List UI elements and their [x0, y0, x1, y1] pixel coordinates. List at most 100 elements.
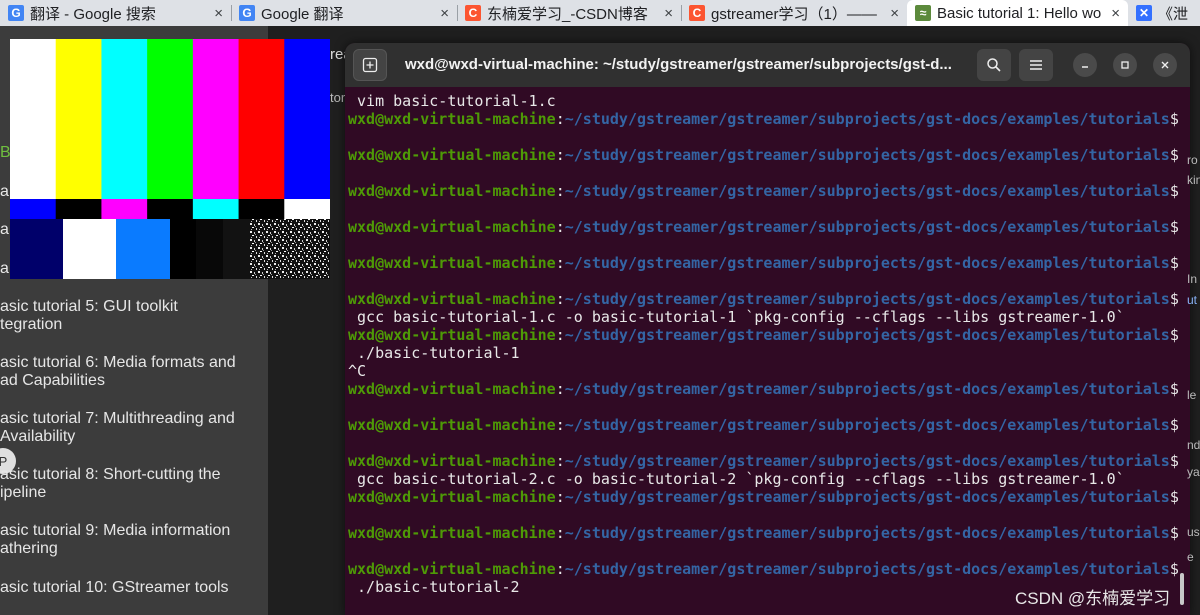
page-text-fragment: nd [1187, 438, 1200, 452]
browser-tab[interactable]: Cgstreamer学习（1）—— × [681, 0, 907, 26]
color-bar [196, 219, 224, 279]
browser-tab[interactable]: G 翻译 - Google 搜索 × [0, 0, 231, 26]
tab-title: 翻译 - Google 搜索 [30, 5, 156, 23]
prompt-path: ~/study/gstreamer/gstreamer/subprojects/… [564, 524, 1170, 542]
color-bar [10, 199, 57, 219]
prompt-colon: : [555, 326, 565, 344]
terminal-prompt-line: wxd@wxd-virtual-machine:~/study/gstreame… [348, 524, 1183, 542]
csdn-watermark: CSDN @东楠爱学习 [1015, 589, 1171, 608]
color-bar [101, 199, 148, 219]
tab-title: 东楠爱学习_-CSDN博客 [487, 5, 648, 23]
color-bar [10, 39, 57, 199]
color-bar [10, 219, 64, 279]
prompt-user-host: wxd@wxd-virtual-machine [348, 182, 556, 200]
prompt-colon: : [555, 146, 565, 164]
terminal-prompt-line: wxd@wxd-virtual-machine:~/study/gstreame… [348, 452, 1183, 470]
prompt-colon: : [555, 560, 565, 578]
terminal-prompt-line: wxd@wxd-virtual-machine:~/study/gstreame… [348, 326, 1183, 344]
terminal-window[interactable]: wxd@wxd-virtual-machine: ~/study/gstream… [345, 43, 1190, 615]
terminal-prompt-line: wxd@wxd-virtual-machine:~/study/gstreame… [348, 254, 1183, 272]
prompt-colon: : [555, 254, 565, 272]
prompt-colon: : [555, 452, 565, 470]
browser-tab[interactable]: ✕ 《泄 [1128, 0, 1200, 26]
sidebar-item-fragment[interactable]: a [0, 260, 9, 278]
prompt-colon: : [555, 218, 565, 236]
search-icon[interactable] [977, 49, 1011, 81]
maximize-icon[interactable] [1113, 53, 1137, 77]
terminal-scrollbar[interactable] [1180, 573, 1184, 605]
terminal-header-bar[interactable]: wxd@wxd-virtual-machine: ~/study/gstream… [345, 43, 1190, 87]
google-translate-icon: G [239, 5, 255, 21]
browser-tab[interactable]: C 东楠爱学习_-CSDN博客 × [457, 0, 681, 26]
sidebar-item-basic-tutorial[interactable]: asic tutorial 10: GStreamer tools [0, 579, 262, 597]
terminal-prompt-line: wxd@wxd-virtual-machine:~/study/gstreame… [348, 182, 1183, 200]
terminal-title: wxd@wxd-virtual-machine: ~/study/gstream… [405, 56, 952, 73]
prompt-user-host: wxd@wxd-virtual-machine [348, 524, 556, 542]
prompt-symbol: $ [1169, 218, 1179, 236]
page-text-fragment: us [1187, 525, 1200, 539]
prompt-user-host: wxd@wxd-virtual-machine [348, 254, 556, 272]
browser-tab[interactable]: G Google 翻译 × [231, 0, 457, 26]
prompt-symbol: $ [1169, 290, 1179, 308]
terminal-output-line: ./basic-tutorial-1 [348, 344, 520, 362]
prompt-symbol: $ [1169, 560, 1179, 578]
prompt-colon: : [555, 290, 565, 308]
tab-close-icon[interactable]: × [440, 5, 449, 22]
color-bar [55, 199, 102, 219]
prompt-user-host: wxd@wxd-virtual-machine [348, 380, 556, 398]
prompt-path: ~/study/gstreamer/gstreamer/subprojects/… [564, 182, 1170, 200]
prompt-path: ~/study/gstreamer/gstreamer/subprojects/… [564, 110, 1170, 128]
tab-close-icon[interactable]: × [890, 5, 899, 22]
sidebar-item-label: asic tutorial 7: Multithreading and [0, 410, 235, 427]
sidebar-item-fragment[interactable]: a [0, 183, 9, 201]
prompt-path: ~/study/gstreamer/gstreamer/subprojects/… [564, 488, 1170, 506]
google-g-icon: G [8, 5, 24, 21]
prompt-colon: : [555, 488, 565, 506]
color-bar [116, 219, 171, 279]
sidebar-item-fragment[interactable]: a [0, 221, 9, 239]
sidebar-item-label: asic tutorial 10: GStreamer tools [0, 579, 229, 596]
sidebar-item-label: Availability [0, 428, 76, 445]
tab-title: Basic tutorial 1: Hello wo [937, 4, 1102, 22]
prompt-symbol: $ [1169, 326, 1179, 344]
page-text-fragment: In [1187, 272, 1198, 286]
sidebar-item-basic-tutorial[interactable]: asic tutorial 7: Multithreading and Avai… [0, 410, 262, 446]
prompt-path: ~/study/gstreamer/gstreamer/subprojects/… [564, 146, 1170, 164]
prompt-path: ~/study/gstreamer/gstreamer/subprojects/… [564, 416, 1170, 434]
sidebar-item-label: ipeline [0, 484, 47, 501]
prompt-symbol: $ [1169, 416, 1179, 434]
prompt-symbol: $ [1169, 524, 1179, 542]
terminal-output[interactable]: vim basic-tutorial-1.c wxd@wxd-virtual-ma… [348, 92, 1183, 612]
tab-close-icon[interactable]: × [664, 5, 673, 22]
terminal-prompt-line: wxd@wxd-virtual-machine:~/study/gstreame… [348, 218, 1183, 236]
terminal-prompt-line: wxd@wxd-virtual-machine:~/study/gstreame… [348, 488, 1183, 506]
sidebar-item-basic-tutorial[interactable]: asic tutorial 9: Media information atheri… [0, 522, 262, 558]
color-bar [238, 199, 285, 219]
prompt-user-host: wxd@wxd-virtual-machine [348, 560, 556, 578]
sidebar-item-basic-tutorial[interactable]: asic tutorial 6: Media formats and ad Cap… [0, 354, 262, 390]
sidebar-item-basic-tutorial[interactable]: asic tutorial 8: Short-cutting the ipelin… [0, 466, 262, 502]
prompt-path: ~/study/gstreamer/gstreamer/subprojects/… [564, 326, 1170, 344]
breadcrumb-fragment[interactable]: tor [330, 90, 345, 105]
prompt-user-host: wxd@wxd-virtual-machine [348, 110, 556, 128]
hamburger-menu-icon[interactable] [1019, 49, 1053, 81]
sidebar-item-basic-tutorial[interactable]: asic tutorial 5: GUI toolkit tegration [0, 298, 262, 334]
terminal-output-line: gcc basic-tutorial-1.c -o basic-tutorial… [348, 308, 1125, 326]
gstreamer-icon: ≈ [915, 5, 931, 21]
minimize-icon[interactable] [1073, 53, 1097, 77]
prompt-path: ~/study/gstreamer/gstreamer/subprojects/… [564, 218, 1170, 236]
page-text-fragment: ut [1187, 293, 1198, 307]
browser-tab[interactable]: ≈ Basic tutorial 1: Hello wo × [907, 0, 1128, 26]
new-tab-icon[interactable] [353, 49, 387, 81]
prompt-user-host: wxd@wxd-virtual-machine [348, 416, 556, 434]
sidebar-item-label: asic tutorial 6: Media formats and [0, 354, 236, 371]
tab-close-icon[interactable]: × [214, 5, 223, 22]
tab-close-icon[interactable]: × [1111, 5, 1120, 22]
close-icon[interactable] [1153, 53, 1177, 77]
